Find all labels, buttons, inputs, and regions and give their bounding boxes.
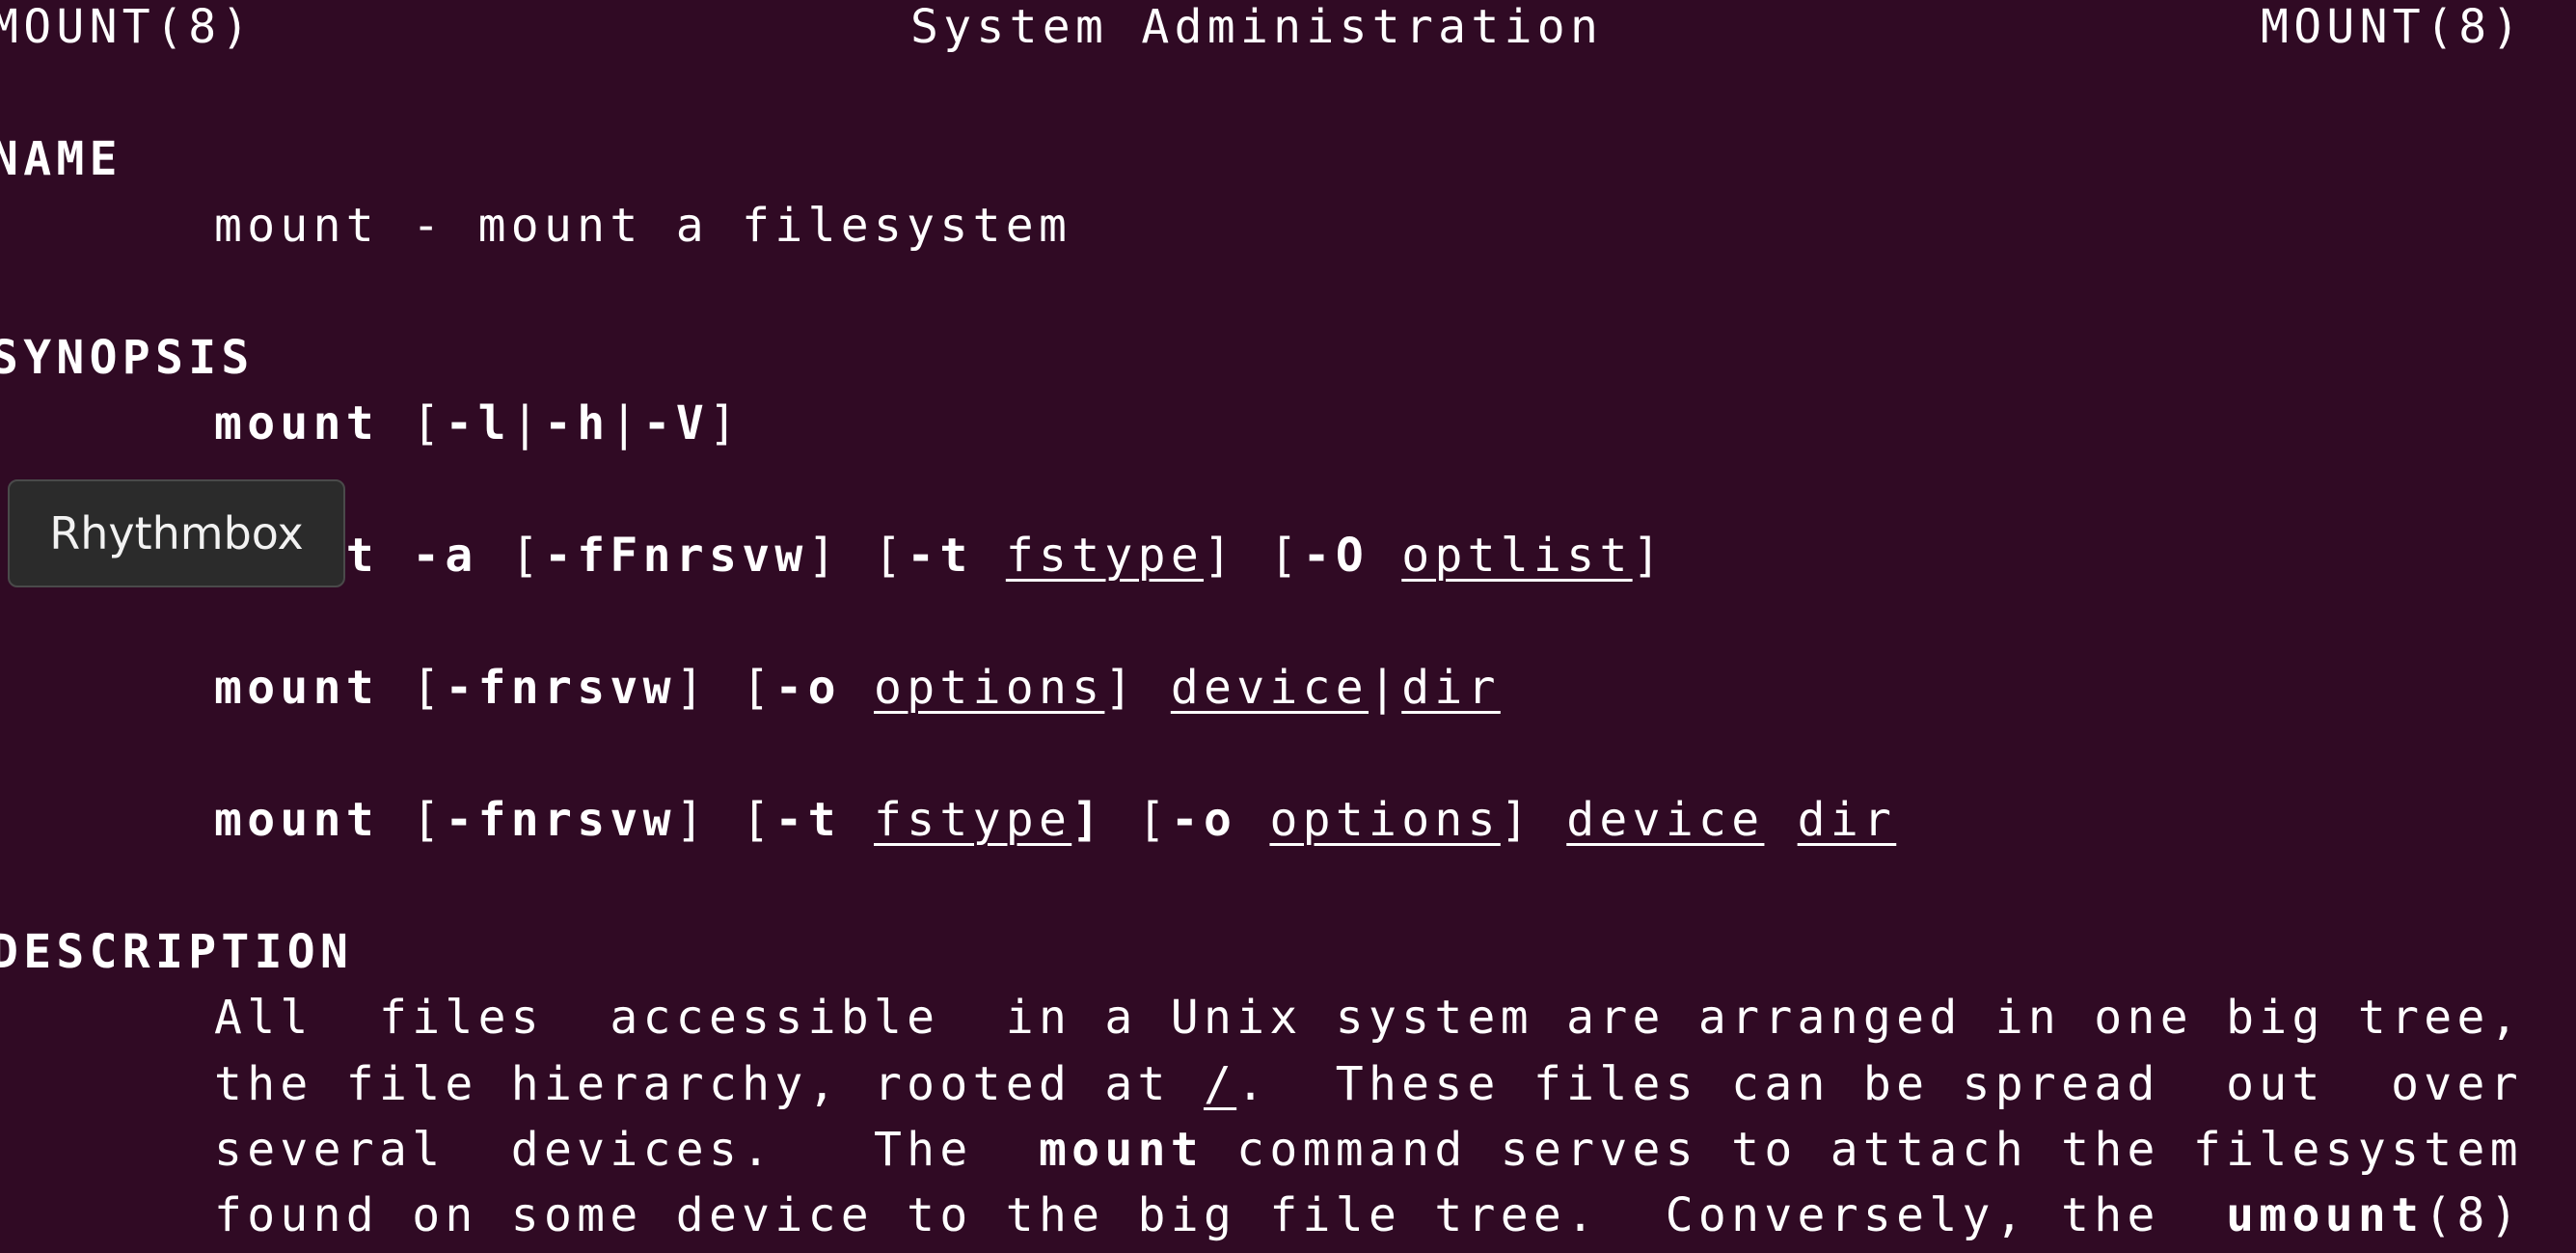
argument: options: [1269, 793, 1501, 847]
option: -h: [544, 396, 610, 450]
argument: options: [874, 661, 1105, 715]
punct: [: [379, 793, 446, 847]
punct: ]: [1632, 529, 1666, 583]
section-description-heading: DESCRIPTION: [0, 925, 354, 979]
dock-tooltip: Rhythmbox: [8, 479, 345, 587]
text: the file hierarchy, rooted at: [214, 1057, 1204, 1111]
synopsis-line-1: mount [-l|-h|-V]: [214, 391, 742, 457]
punct: ]: [1071, 793, 1105, 847]
text: (8): [2424, 1188, 2523, 1242]
text: several devices. The: [214, 1123, 1039, 1177]
option: -V: [642, 396, 710, 450]
header-right: MOUNT(8): [2261, 0, 2525, 54]
punct: [: [379, 396, 446, 450]
root-path: /: [1203, 1057, 1237, 1111]
description-line-4: found on some device to the big file tre…: [214, 1183, 2523, 1249]
argument: dir: [1797, 793, 1897, 847]
punct: [841, 793, 874, 847]
header-left: MOUNT(8): [0, 0, 255, 54]
cmd: mount: [214, 396, 379, 450]
punct: [: [379, 661, 446, 715]
punct: [1236, 793, 1269, 847]
option: -t: [907, 529, 973, 583]
cmd: mount: [214, 793, 379, 847]
punct: [: [477, 529, 545, 583]
command-ref: mount: [1038, 1123, 1204, 1177]
argument: dir: [1401, 661, 1501, 715]
option: -fFnrsvw: [544, 529, 808, 583]
argument: fstype: [874, 793, 1072, 847]
punct: [: [1104, 793, 1171, 847]
punct: ]: [1104, 661, 1171, 715]
header-center: System Administration: [910, 0, 1604, 54]
argument: optlist: [1401, 529, 1633, 583]
punct: |: [510, 396, 545, 450]
option: -t: [774, 793, 841, 847]
punct: ] [: [1204, 529, 1303, 583]
description-line-2: the file hierarchy, rooted at /. These f…: [214, 1051, 2523, 1118]
option: -fnrsvw: [445, 661, 676, 715]
punct: [973, 529, 1006, 583]
option: -fnrsvw: [445, 793, 676, 847]
section-name-heading: NAME: [0, 132, 122, 186]
description-line-1: All files accessible in a Unix system ar…: [214, 991, 2523, 1045]
option: -o: [1170, 793, 1237, 847]
text: . These files can be spread out over: [1236, 1057, 2523, 1111]
punct: |: [610, 396, 643, 450]
cmd: mount: [214, 661, 379, 715]
tooltip-label: Rhythmbox: [49, 506, 304, 559]
synopsis-line-2: mount -a [-fFnrsvw] [-t fstype] [-O optl…: [214, 523, 1666, 589]
punct: ]: [709, 396, 743, 450]
text: command serves to attach the filesystem: [1203, 1123, 2523, 1177]
man-page-terminal[interactable]: MOUNT(8) System Administration MOUNT(8) …: [0, 0, 2576, 1253]
punct: [1764, 793, 1797, 847]
punct: ]: [1500, 793, 1567, 847]
punct: |: [1369, 661, 1402, 715]
name-text: mount - mount a filesystem: [214, 199, 1072, 253]
punct: ] [: [675, 661, 775, 715]
synopsis-line-3: mount [-fnrsvw] [-o options] device|dir: [214, 655, 1501, 722]
command-ref: umount: [2226, 1188, 2425, 1242]
description-line-3: several devices. The mount command serve…: [214, 1117, 2523, 1184]
punct: ] [: [807, 529, 908, 583]
option: -O: [1302, 529, 1369, 583]
argument: fstype: [1005, 529, 1205, 583]
option: -l: [445, 396, 511, 450]
argument: device: [1566, 793, 1765, 847]
synopsis-line-4: mount [-fnrsvw] [-t fstype] [-o options]…: [214, 787, 1896, 854]
punct: [1369, 529, 1401, 583]
option: -a: [379, 529, 478, 583]
punct: [841, 661, 874, 715]
text: found on some device to the big file tre…: [214, 1188, 2227, 1242]
section-synopsis-heading: SYNOPSIS: [0, 331, 255, 385]
argument: device: [1170, 661, 1369, 715]
punct: ] [: [675, 793, 775, 847]
option: -o: [774, 661, 841, 715]
